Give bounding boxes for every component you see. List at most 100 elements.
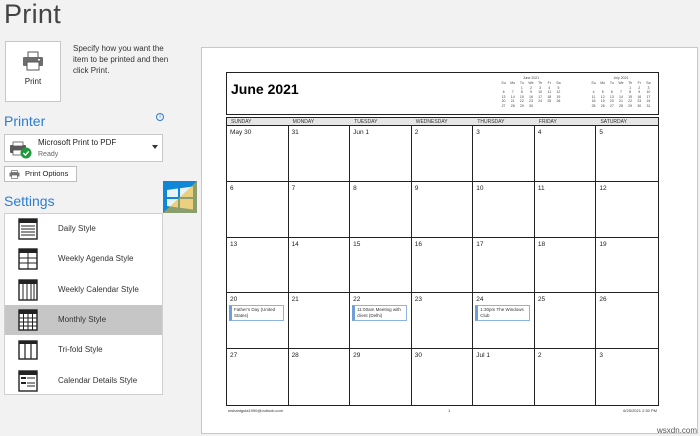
calendar-event: 11:00am Meeting with client (Delhi): [352, 305, 407, 322]
preview-footer: nishantgula1990@outlook.com 1 6/25/2021 …: [226, 408, 659, 414]
day-cell: 9: [411, 181, 474, 238]
day-number: 3: [599, 352, 604, 360]
mini-date: [554, 104, 563, 109]
mini-calendar-july: July 2021 Su Mo Tu We Th Fr Sa 1 2 3 4 5 6 7 8 9 10 11 12 13…: [589, 76, 653, 109]
print-button[interactable]: Print: [5, 41, 61, 102]
day-cell: 30: [412, 349, 474, 405]
weekday-label: SUNDAY: [231, 119, 252, 125]
day-cell: Jul 1: [473, 349, 535, 405]
page-title: Print: [4, 0, 62, 29]
style-item-daily[interactable]: Daily Style: [5, 214, 162, 244]
print-options-icon: [9, 170, 20, 179]
printer-icon: [23, 51, 43, 71]
day-cell: 18: [534, 237, 597, 294]
daily-style-icon: [18, 218, 38, 240]
day-number: 28: [291, 352, 299, 360]
mini-date: 28: [510, 103, 515, 108]
footer-email: nishantgula1990@outlook.com: [228, 408, 283, 413]
mini-date: 29: [519, 103, 524, 108]
day-cell: 22 11:00am Meeting with client (Delhi): [350, 293, 412, 350]
day-number: 7: [291, 184, 296, 192]
mini-date: [545, 104, 554, 109]
day-cell: 11: [534, 181, 597, 238]
day-cell: 12: [596, 182, 658, 238]
style-item-weekly-agenda[interactable]: Weekly Agenda Style: [5, 244, 162, 274]
day-number: 13: [230, 240, 238, 248]
day-cell: 13: [227, 237, 289, 294]
print-options-label: Print Options: [25, 169, 69, 178]
style-item-monthly[interactable]: Monthly Style: [5, 304, 162, 336]
style-label-daily: Daily Style: [58, 224, 96, 233]
style-label-trifold: Tri-fold Style: [58, 345, 103, 355]
printer-dropdown[interactable]: Microsoft Print to PDF Ready: [4, 134, 163, 162]
weekly-agenda-style-icon: [18, 248, 38, 271]
day-number: Jul 1: [476, 352, 491, 360]
style-item-weekly-calendar[interactable]: Weekly Calendar Style: [5, 275, 162, 305]
printer-ready-icon: [10, 141, 32, 159]
day-number: Jun 1: [353, 129, 370, 136]
day-cell: 16: [411, 237, 474, 294]
print-description: Specify how you want the item to be prin…: [73, 44, 169, 75]
day-number: 17: [476, 240, 484, 248]
info-icon[interactable]: i: [156, 113, 164, 121]
day-cell: May 30: [227, 126, 289, 182]
day-number: 20: [230, 296, 238, 304]
day-number: 8: [353, 184, 357, 192]
day-number: 14: [291, 240, 299, 248]
day-cell: 21: [288, 293, 351, 350]
day-cell: 19: [596, 238, 658, 294]
day-cell: 10: [473, 181, 535, 238]
calendar-details-style-icon: [18, 369, 38, 392]
day-cell: 29: [350, 349, 412, 405]
mini-date: 26: [600, 103, 605, 108]
print-options-button[interactable]: Print Options: [4, 166, 77, 182]
day-number: 30: [414, 352, 422, 360]
mini-date: [536, 104, 545, 109]
day-number: 9: [414, 184, 419, 192]
month-grid: May 30 31 Jun 1 2 3 4 5 6 7 8 9 10 11 12 13 14 15 16 17 18 1…: [226, 126, 659, 406]
windows-logo-icon: [163, 181, 197, 213]
day-cell: 6: [227, 181, 289, 238]
mini-date: 27: [609, 103, 614, 108]
calendar-header: June 2021 June 2021 Su Mo Tu We Th Fr Sa 1 2 3 4 5 6 7…: [226, 72, 659, 115]
day-number: 23: [414, 296, 422, 304]
mini-calendar-june: June 2021 Su Mo Tu We Th Fr Sa 1 2 3 4 5 6 7 8 9 10 11 12 13…: [499, 76, 563, 109]
day-number: 22: [353, 296, 361, 304]
monthly-style-icon: [18, 309, 38, 331]
mini-date: 27: [501, 103, 506, 108]
print-preview[interactable]: June 2021 June 2021 Su Mo Tu We Th Fr Sa 1 2 3 4 5 6 7…: [201, 47, 698, 434]
mini-date: 29: [628, 103, 633, 108]
day-number: 24: [476, 296, 484, 304]
mini-date: 30: [637, 103, 642, 108]
day-cell: 25: [534, 293, 597, 350]
day-cell: Jun 1: [350, 126, 412, 182]
preview-page: June 2021 June 2021 Su Mo Tu We Th Fr Sa 1 2 3 4 5 6 7…: [226, 72, 659, 413]
day-number: 26: [599, 296, 607, 304]
watermark: wsxdn.com: [656, 426, 697, 435]
day-cell: 2: [411, 126, 474, 182]
day-cell: 3: [596, 349, 658, 405]
day-number: 3: [476, 129, 480, 136]
settings-heading: Settings: [4, 193, 55, 209]
mini-date: 25: [591, 103, 596, 108]
day-number: May 30: [230, 129, 252, 136]
day-number: 18: [537, 240, 546, 248]
style-item-trifold[interactable]: Tri-fold Style: [5, 335, 162, 365]
day-number: 27: [230, 352, 238, 360]
weekday-label: FRIDAY: [538, 119, 557, 125]
day-number: 12: [599, 184, 607, 192]
style-item-calendar-details[interactable]: Calendar Details Style: [5, 366, 162, 396]
day-number: 6: [230, 184, 234, 192]
day-number: 16: [414, 240, 422, 248]
weekday-label: WEDNESDAY: [415, 119, 448, 125]
weekday-header-row: SUNDAY MONDAY TUESDAY WEDNESDAY THURSDAY FRID…: [226, 117, 659, 126]
mini-date: 31: [646, 103, 651, 108]
day-cell: 14: [288, 237, 351, 294]
printer-name: Microsoft Print to PDF: [38, 138, 117, 147]
day-cell: 2: [535, 349, 597, 405]
trifold-style-icon: [18, 340, 38, 361]
day-cell: 8: [350, 181, 412, 238]
printer-heading: Printer: [4, 113, 46, 129]
day-number: 15: [353, 240, 361, 248]
day-cell: 24 1:30pm The Windows Club: [473, 293, 535, 350]
